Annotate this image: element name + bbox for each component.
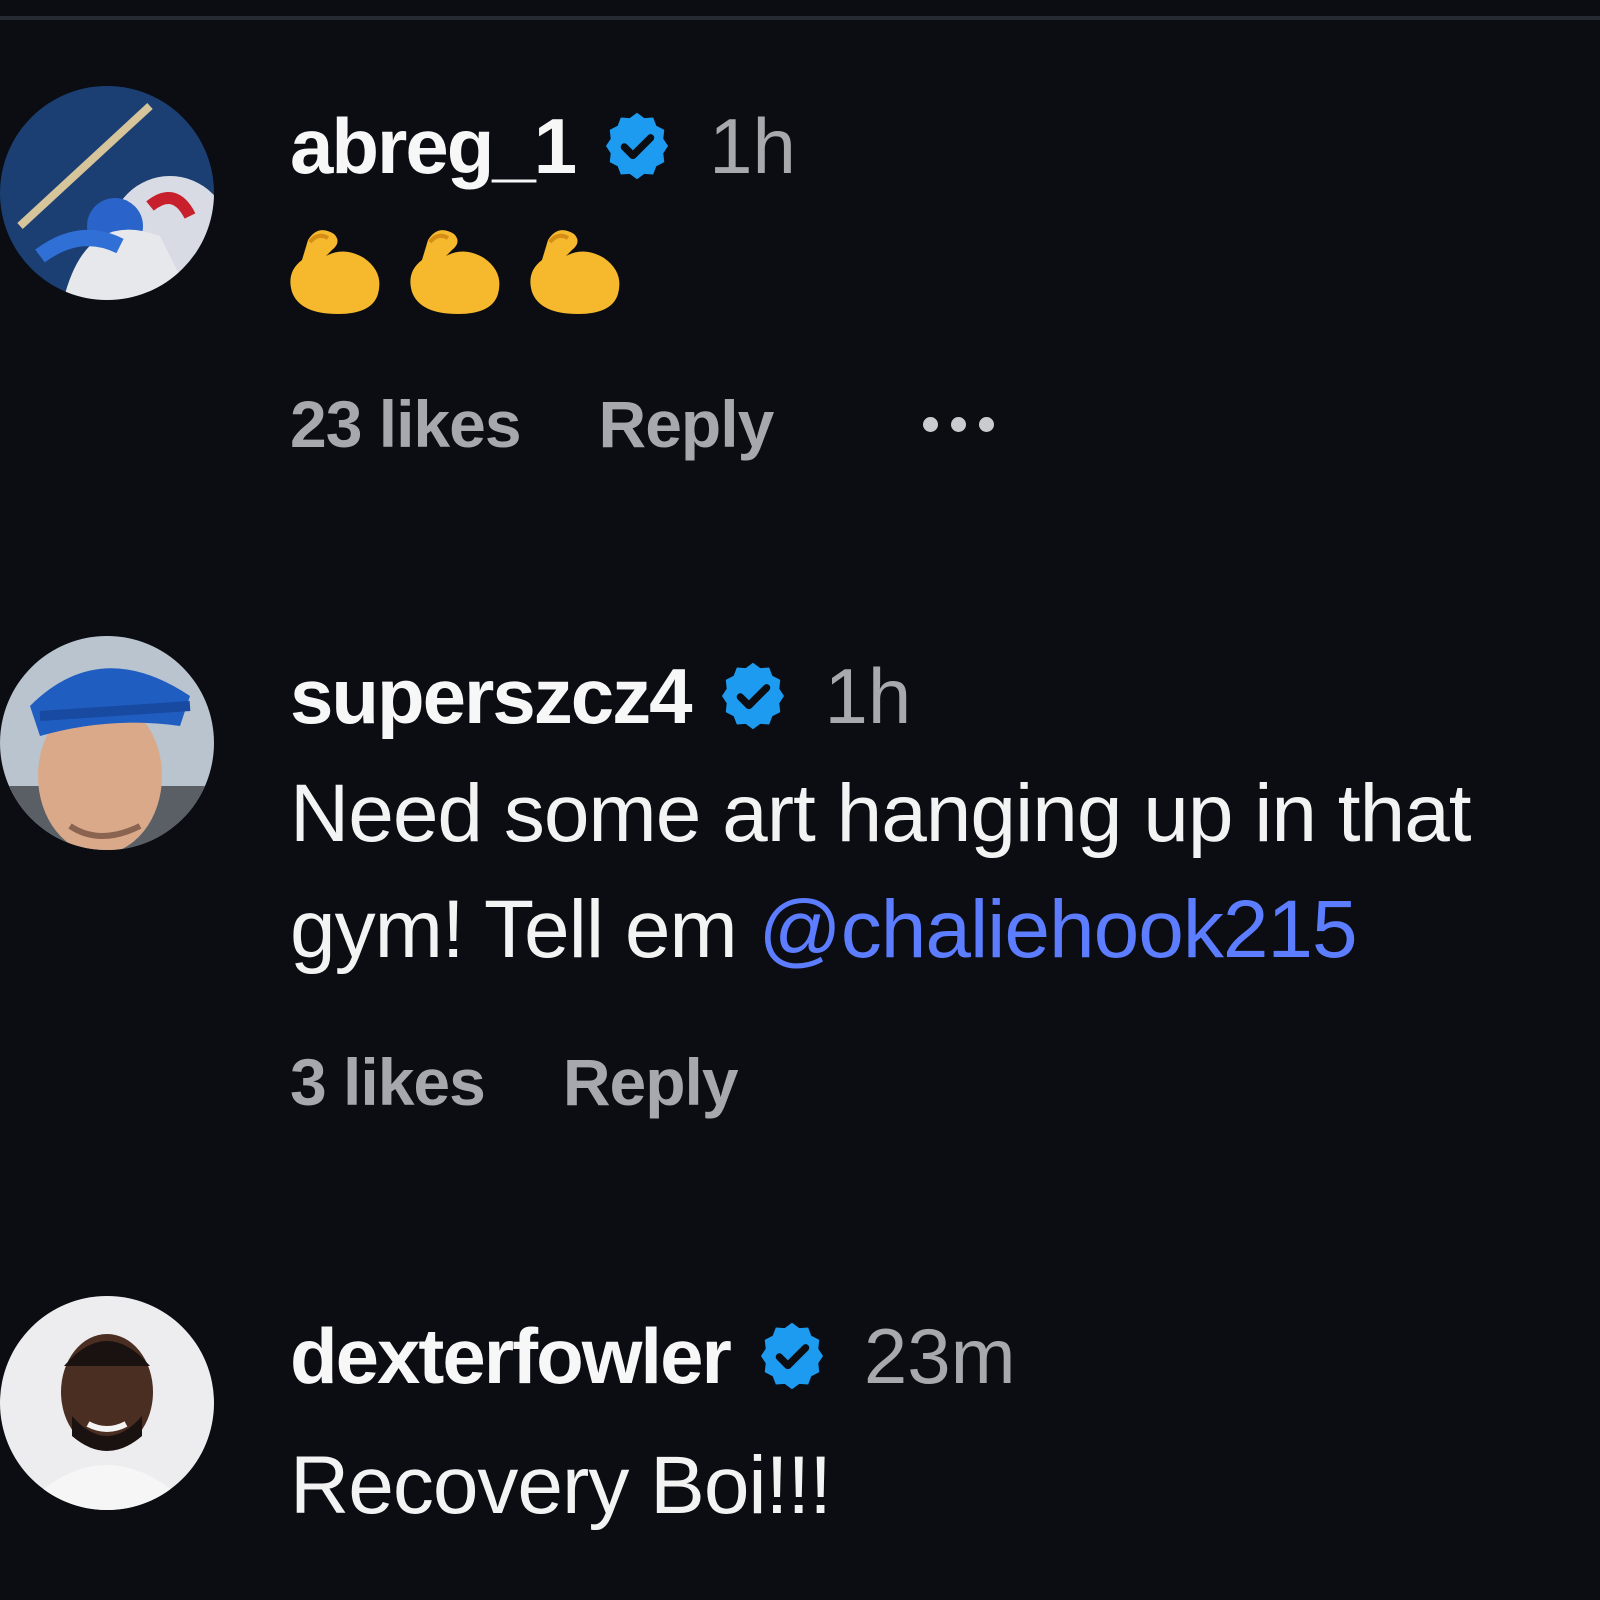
verified-badge-icon: [606, 112, 669, 180]
reply-button[interactable]: Reply: [563, 1044, 739, 1120]
mention-link[interactable]: @chaliehook215: [759, 884, 1358, 975]
comment-text: Need some art hanging up in that gym! Te…: [290, 756, 1600, 988]
likes-count[interactable]: 23 likes: [290, 386, 522, 462]
comment-username[interactable]: dexterfowler: [290, 1311, 732, 1402]
verified-badge-icon: [760, 1322, 823, 1390]
avatar[interactable]: [0, 86, 214, 300]
comment-time[interactable]: 1h: [825, 651, 912, 742]
comment-username[interactable]: superszcz4: [290, 651, 693, 742]
comment-time[interactable]: 1h: [709, 101, 796, 192]
flexed-biceps-icon: [410, 230, 500, 314]
comment-text-line: gym! Tell em @chaliehook215: [290, 872, 1600, 988]
comment-time[interactable]: 23m: [864, 1311, 1016, 1402]
comment-text: Recovery Boi!!!: [290, 1440, 832, 1531]
likes-count[interactable]: 3 likes: [290, 1044, 486, 1120]
comment-username[interactable]: abreg_1: [290, 101, 577, 192]
flexed-biceps-icon: [530, 230, 620, 314]
top-divider: [0, 16, 1600, 20]
flexed-biceps-icon: [290, 230, 380, 314]
comment-text: [290, 220, 640, 316]
more-options-icon[interactable]: [923, 409, 995, 440]
avatar[interactable]: [0, 1296, 214, 1510]
verified-badge-icon: [721, 662, 784, 730]
avatar[interactable]: [0, 636, 214, 850]
reply-button[interactable]: Reply: [599, 386, 775, 462]
comment-text-line: Need some art hanging up in that: [290, 768, 1472, 859]
comment-text-part: gym! Tell em: [290, 884, 759, 975]
